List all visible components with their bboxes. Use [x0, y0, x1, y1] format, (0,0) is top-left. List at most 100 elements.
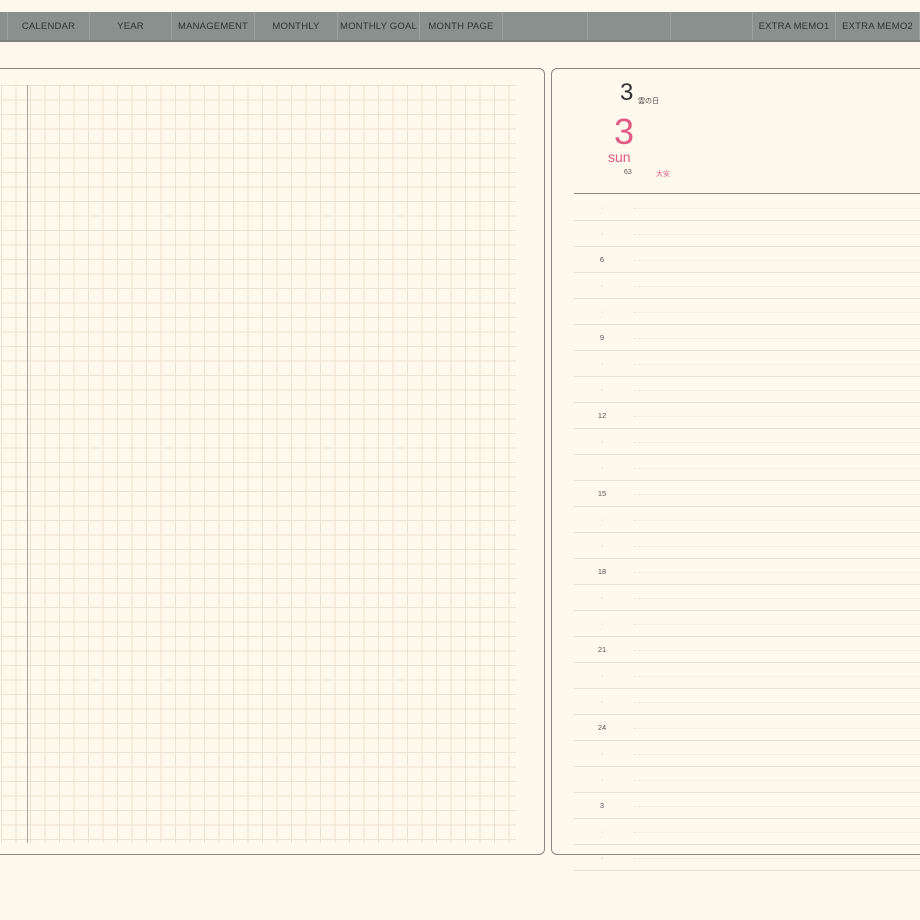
half-hour-line [634, 728, 920, 729]
hour-label: · [600, 697, 604, 706]
hour-row[interactable]: · [574, 455, 920, 481]
half-hour-line [634, 390, 920, 391]
hour-row[interactable]: · [574, 741, 920, 767]
half-hour-line [634, 520, 920, 521]
nav-tab-0[interactable] [0, 12, 8, 40]
half-hour-line [634, 312, 920, 313]
hour-row[interactable]: 9 [574, 325, 920, 351]
month-number: 3 [620, 79, 634, 106]
hour-label: · [600, 671, 604, 680]
half-hour-line [634, 364, 920, 365]
hour-label: · [600, 359, 604, 368]
hour-label: 6 [599, 255, 605, 264]
hour-row[interactable]: · [574, 767, 920, 793]
hour-label: · [600, 307, 604, 316]
half-hour-line [634, 650, 920, 651]
half-hour-line [634, 442, 920, 443]
hour-row[interactable]: · [574, 585, 920, 611]
hour-label: · [600, 827, 604, 836]
hour-row[interactable]: · [574, 195, 920, 221]
hour-label: 9 [599, 333, 605, 342]
half-hour-line [634, 624, 920, 625]
hour-row[interactable]: · [574, 845, 920, 871]
hour-row[interactable]: · [574, 663, 920, 689]
half-hour-line [634, 598, 920, 599]
hour-row[interactable]: · [574, 429, 920, 455]
hour-label: · [600, 281, 604, 290]
nav-tab-5[interactable]: MONTHLY GOAL [338, 12, 420, 40]
hour-label: · [600, 515, 604, 524]
hour-label: · [600, 437, 604, 446]
top-nav-bar: CALENDAR YEAR MANAGEMENT MONTHLY MONTHLY GOA… [0, 12, 920, 42]
hour-row[interactable]: 6 [574, 247, 920, 273]
hour-label: 24 [597, 723, 607, 732]
nav-tab-6[interactable]: MONTH PAGE [420, 12, 503, 40]
half-hour-line [634, 494, 920, 495]
half-hour-line [634, 676, 920, 677]
half-hour-line [634, 208, 920, 209]
hour-label: · [600, 385, 604, 394]
hour-label: · [600, 463, 604, 472]
day-of-year: 63 [624, 169, 632, 176]
hour-row[interactable]: · [574, 351, 920, 377]
hour-row[interactable]: · [574, 611, 920, 637]
nav-tab-1[interactable]: CALENDAR [8, 12, 90, 40]
grid-paper[interactable] [1, 85, 516, 843]
half-hour-line [634, 286, 920, 287]
hour-row[interactable]: 12 [574, 403, 920, 429]
weekday-name: sun [608, 149, 631, 165]
rokuyo-label: 大安 [656, 171, 670, 178]
hour-label: · [600, 853, 604, 862]
half-hour-line [634, 572, 920, 573]
nav-tab-8[interactable] [588, 12, 671, 40]
hour-row[interactable]: 18 [574, 559, 920, 585]
daily-schedule-panel: 3 雲の日 3 sun 63 大安 · · 6 · · 9 · · 12 · · 15 · · 18 · · 21… [551, 68, 920, 871]
nav-tab-11[interactable]: EXTRA MEMO2 [836, 12, 920, 40]
nav-tab-3[interactable]: MANAGEMENT [172, 12, 255, 40]
hour-label: · [600, 541, 604, 550]
hour-row[interactable]: 15 [574, 481, 920, 507]
hour-label: · [600, 203, 604, 212]
hour-label: · [600, 775, 604, 784]
nav-tab-9[interactable] [671, 12, 753, 40]
half-hour-line [634, 754, 920, 755]
hourly-schedule[interactable]: · · 6 · · 9 · · 12 · · 15 · · 18 · · 21 · · 24 · · 3 · · [574, 195, 920, 871]
hour-row[interactable]: 21 [574, 637, 920, 663]
nav-tab-4[interactable]: MONTHLY [255, 12, 338, 40]
half-hour-line [634, 260, 920, 261]
hour-row[interactable]: · [574, 507, 920, 533]
hour-row[interactable]: · [574, 299, 920, 325]
hour-row[interactable]: · [574, 273, 920, 299]
hour-row[interactable]: · [574, 533, 920, 559]
hour-row[interactable]: · [574, 221, 920, 247]
nav-tab-10[interactable]: EXTRA MEMO1 [753, 12, 836, 40]
hour-label: 21 [597, 645, 607, 654]
hour-row[interactable]: 24 [574, 715, 920, 741]
half-hour-line [634, 780, 920, 781]
hour-label: · [600, 593, 604, 602]
hour-row[interactable]: · [574, 377, 920, 403]
hour-label: · [600, 749, 604, 758]
hour-label: 3 [599, 801, 605, 810]
hour-label: 18 [597, 567, 607, 576]
hour-row[interactable]: 3 [574, 793, 920, 819]
half-hour-line [634, 702, 920, 703]
half-hour-line [634, 234, 920, 235]
nav-tab-7[interactable] [503, 12, 588, 40]
half-hour-line [634, 468, 920, 469]
hour-row[interactable]: · [574, 819, 920, 845]
notes-grid-panel[interactable] [0, 68, 545, 855]
hour-row[interactable]: · [574, 689, 920, 715]
half-hour-line [634, 806, 920, 807]
hour-label: 15 [597, 489, 607, 498]
hour-label: · [600, 619, 604, 628]
month-label: 雲の日 [638, 98, 659, 105]
nav-tab-2[interactable]: YEAR [90, 12, 172, 40]
header-divider [574, 193, 920, 194]
day-number: 3 [614, 111, 635, 152]
half-hour-line [634, 832, 920, 833]
half-hour-line [634, 338, 920, 339]
half-hour-line [634, 416, 920, 417]
margin-line [27, 85, 28, 843]
hour-label: · [600, 229, 604, 238]
